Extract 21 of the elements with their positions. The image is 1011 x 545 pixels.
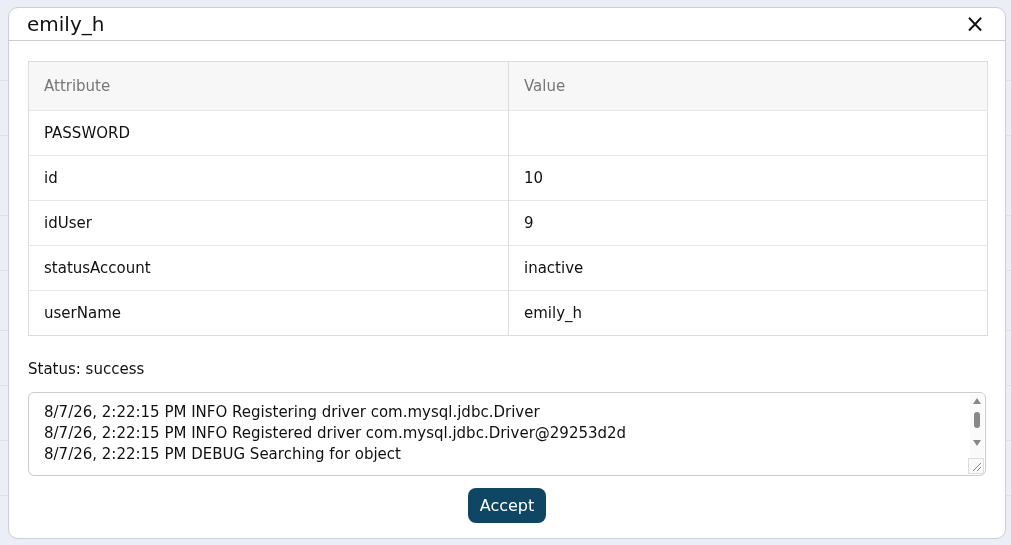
table-cell: idUser	[28, 200, 509, 246]
table-cell: userName	[28, 290, 509, 336]
table-cell: statusAccount	[28, 245, 509, 291]
log-area[interactable]: 8/7/26, 2:22:15 PM INFO Registering driver com.mysql.jdbc.Driver 8/7/26, 2:22:15 PM INFO Registered driver com.mysql.jdbc.Driver@29253d2d 8/7/26, 2:22:15 PM DEBUG Searching for object	[28, 392, 986, 476]
table-cell: 9	[508, 200, 988, 246]
close-button[interactable]: ×	[962, 12, 987, 36]
table-cell: 10	[508, 155, 988, 201]
table-cell: id	[28, 155, 509, 201]
column-header: Value	[508, 61, 988, 111]
log-line: 8/7/26, 2:22:15 PM DEBUG Searching for object	[44, 444, 402, 465]
accept-button[interactable]: Accept	[467, 488, 547, 523]
scrollbar[interactable]	[970, 394, 984, 458]
table-cell: inactive	[508, 245, 988, 291]
dialog-title: emily_h	[27, 12, 105, 36]
status-text: Status: success	[28, 360, 146, 378]
column-header: Attribute	[28, 61, 509, 111]
resize-grip-icon[interactable]	[968, 458, 984, 474]
log-line: 8/7/26, 2:22:15 PM INFO Registering driver com.mysql.jdbc.Driver	[44, 402, 541, 423]
table-cell: PASSWORD	[28, 110, 509, 156]
table-cell: emily_h	[508, 290, 988, 336]
log-line: 8/7/26, 2:22:15 PM INFO Registered driver com.mysql.jdbc.Driver@29253d2d	[44, 423, 628, 444]
